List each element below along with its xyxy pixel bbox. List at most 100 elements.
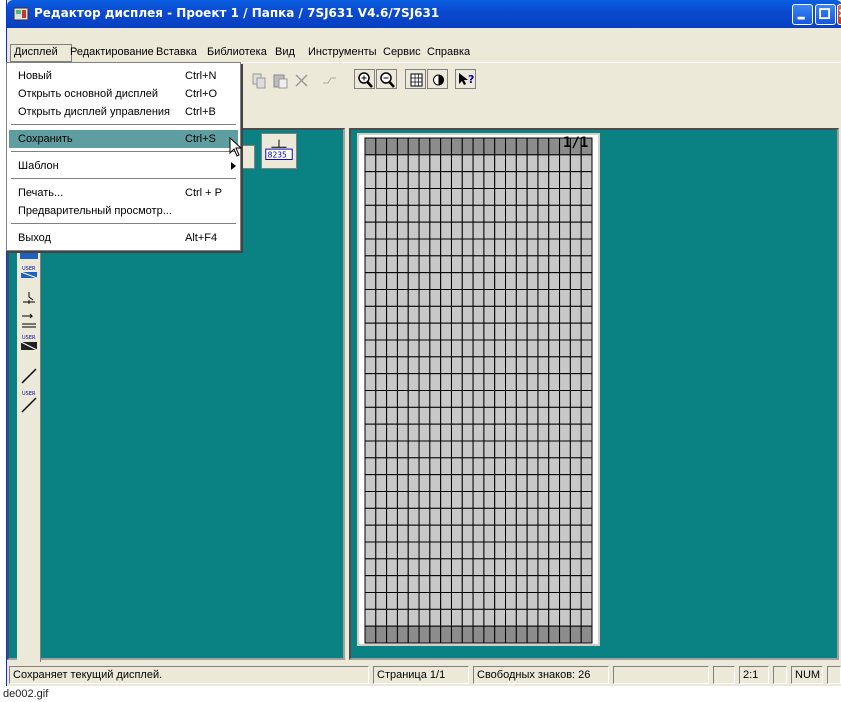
- grid-cell: [364, 491, 377, 509]
- grid-cell: [418, 188, 431, 206]
- grid-cell: [450, 474, 463, 492]
- zoom-out-button[interactable]: [376, 69, 397, 89]
- menu-item-exit[interactable]: Выход Alt+F4: [9, 229, 238, 247]
- menu-item-save[interactable]: Сохранить Ctrl+S: [9, 130, 238, 148]
- grid-cell: [548, 474, 561, 492]
- grid-cell: [429, 221, 442, 240]
- palette-switch-button[interactable]: [19, 288, 39, 308]
- grid-cell: [559, 474, 571, 492]
- grid-cell: [580, 440, 593, 459]
- palette-line-button[interactable]: [19, 366, 39, 386]
- grid-cell: [396, 541, 409, 560]
- grid-cell: [472, 541, 485, 560]
- copy-button[interactable]: [249, 71, 270, 91]
- grid-cell: [364, 137, 377, 156]
- grid-cell: [580, 373, 593, 392]
- grid-cell: [472, 255, 485, 274]
- grid-cell: [569, 440, 582, 459]
- status-empty-2: [713, 666, 735, 684]
- zoom-in-button[interactable]: [354, 69, 375, 89]
- grid-cell: [483, 558, 496, 577]
- grid-cell: [364, 507, 377, 526]
- grid-cell: [494, 373, 507, 392]
- grid-cell: [418, 390, 431, 408]
- menu-edit[interactable]: Редактирование: [70, 46, 154, 58]
- paste-button[interactable]: [270, 71, 291, 91]
- grid-cell: [461, 137, 474, 156]
- grid-toggle-button[interactable]: [405, 69, 426, 89]
- grid-cell: [569, 238, 582, 257]
- minimize-button[interactable]: [792, 4, 813, 25]
- contrast-button[interactable]: [427, 69, 448, 89]
- grid-cell: [386, 558, 398, 577]
- grid-cell: [461, 457, 474, 476]
- library-item-partial[interactable]: [241, 145, 255, 169]
- grid-cell: [569, 592, 582, 610]
- grid-cell: [548, 238, 561, 257]
- grid-cell: [580, 541, 593, 560]
- grid-cell: [396, 440, 409, 459]
- grid-cell: [375, 507, 388, 526]
- grid-cell: [580, 255, 593, 274]
- grid-cell: [569, 558, 582, 577]
- grid-cell: [559, 541, 571, 560]
- grid-cell: [515, 255, 528, 274]
- help-button[interactable]: ?: [455, 69, 476, 89]
- menu-item-preview[interactable]: Предварительный просмотр...: [9, 202, 238, 220]
- grid-cell: [548, 272, 561, 291]
- grid-cell: [526, 322, 539, 341]
- grid-cell: [450, 272, 463, 291]
- grid-cell: [548, 625, 561, 644]
- grid-cell: [483, 423, 496, 442]
- grid-cell: [386, 339, 398, 358]
- svg-text:?: ?: [468, 73, 474, 86]
- maximize-button[interactable]: [815, 4, 836, 25]
- grid-cell: [429, 188, 442, 206]
- help-pointer-icon: ?: [459, 73, 474, 86]
- menu-help[interactable]: Справка: [427, 46, 470, 58]
- grid-cell: [548, 356, 561, 375]
- grid-cell: [505, 289, 517, 307]
- menu-item-new[interactable]: Новый Ctrl+N: [9, 67, 238, 85]
- grid-cell: [450, 238, 463, 257]
- delete-button[interactable]: [291, 71, 312, 91]
- menu-insert[interactable]: Вставка: [156, 46, 197, 58]
- library-measurement-item[interactable]: 8235: [261, 133, 297, 169]
- grid-cell: [472, 137, 485, 156]
- menu-tools[interactable]: Инструменты: [308, 46, 377, 58]
- menu-library[interactable]: Библиотека: [207, 46, 267, 58]
- palette-user-line-button[interactable]: USER: [19, 388, 39, 414]
- menu-separator: [11, 178, 236, 180]
- menu-service[interactable]: Сервис: [383, 46, 421, 58]
- grid-cell: [450, 373, 463, 392]
- grid-cell: [580, 188, 593, 206]
- grid-cell: [375, 373, 388, 392]
- minimize-icon: [797, 16, 805, 20]
- grid-cell: [526, 188, 539, 206]
- grid-cell: [418, 289, 431, 307]
- display-grid[interactable]: [359, 135, 598, 644]
- grid-cell: [396, 474, 409, 492]
- grid-cell: [450, 625, 463, 644]
- menu-item-print[interactable]: Печать... Ctrl + P: [9, 184, 238, 202]
- grid-cell: [375, 305, 388, 324]
- menu-separator: [11, 151, 236, 153]
- line-tool-button[interactable]: [319, 71, 340, 91]
- grid-cell: [461, 188, 474, 206]
- title-bar[interactable]: Редактор дисплея - Проект 1 / Папка / 7S…: [7, 0, 841, 28]
- menu-item-open-control[interactable]: Открыть дисплей управления Ctrl+B: [9, 103, 238, 121]
- close-button[interactable]: [837, 4, 841, 25]
- menu-display[interactable]: Дисплей: [14, 46, 58, 58]
- grid-cell: [396, 608, 409, 627]
- palette-user-button-2[interactable]: USER: [19, 332, 39, 364]
- menu-view[interactable]: Вид: [275, 46, 295, 58]
- svg-text:USER: USER: [22, 391, 36, 397]
- palette-user-button-1[interactable]: USER: [19, 248, 39, 280]
- palette-transformer-button[interactable]: [19, 310, 39, 330]
- grid-cell: [418, 558, 431, 577]
- menu-item-template[interactable]: Шаблон: [9, 157, 238, 175]
- grid-cell: [375, 322, 388, 341]
- grid-cell: [440, 373, 452, 392]
- menu-item-open-main[interactable]: Открыть основной дисплей Ctrl+O: [9, 85, 238, 103]
- grid-cell: [515, 541, 528, 560]
